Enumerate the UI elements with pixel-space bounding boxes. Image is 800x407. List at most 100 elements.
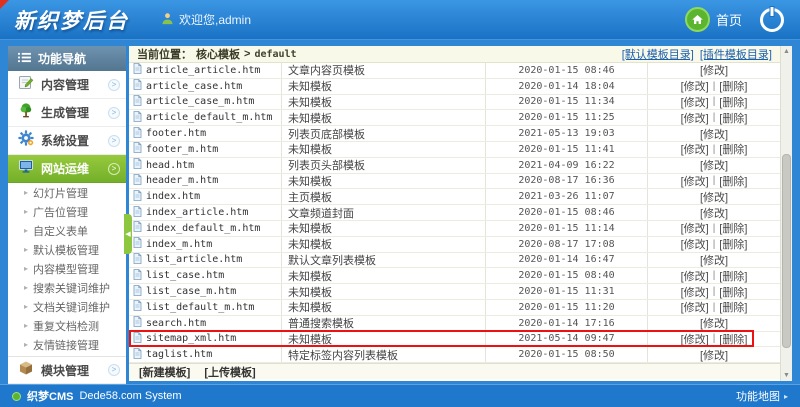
bullet-arrow-icon: ▸ xyxy=(24,340,29,349)
scrollbar-track[interactable] xyxy=(781,57,792,370)
delete-link[interactable]: [删除] xyxy=(719,110,747,125)
template-dir-link-2[interactable]: [插件模板目录] xyxy=(700,46,772,62)
sidebar-subitem-8[interactable]: ▸ 重复文档检测 xyxy=(8,316,126,335)
file-name[interactable]: list_case_m.htm xyxy=(146,286,236,297)
sidebar-subitem-3[interactable]: ▸ 自定义表单 xyxy=(8,221,126,240)
sitemap-link[interactable]: 功能地图 ▸ xyxy=(736,388,788,404)
modify-link[interactable]: [修改] xyxy=(681,79,709,94)
file-name[interactable]: sitemap_xml.htm xyxy=(146,333,236,344)
scroll-down-icon[interactable]: ▼ xyxy=(783,370,790,381)
scrollbar-thumb[interactable] xyxy=(782,154,791,349)
modify-link[interactable]: [修改] xyxy=(681,300,709,315)
modify-link[interactable]: [修改] xyxy=(681,284,709,299)
sidebar-subitem-1[interactable]: ▸ 幻灯片管理 xyxy=(8,183,126,202)
modify-link[interactable]: [修改] xyxy=(681,221,709,236)
file-name[interactable]: article_case_m.htm xyxy=(146,96,254,107)
sidebar-subitem-5[interactable]: ▸ 内容模型管理 xyxy=(8,259,126,278)
sidebar-item-label: 系统设置 xyxy=(41,134,90,148)
action-separator: | xyxy=(712,96,716,108)
modified-date: 2020-01-15 11:14 xyxy=(486,220,648,236)
sidebar-subitem-6[interactable]: ▸ 搜索关键词维护 xyxy=(8,278,126,297)
home-button[interactable]: 首页 xyxy=(684,7,742,32)
chevron-right-icon: > xyxy=(108,364,120,376)
file-name[interactable]: list_default_m.htm xyxy=(146,302,254,313)
sidebar-subitem-label: 默认模板管理 xyxy=(33,244,100,257)
file-name[interactable]: index_default_m.htm xyxy=(146,223,260,234)
modify-link[interactable]: [修改] xyxy=(700,158,728,173)
modified-date: 2020-01-14 17:16 xyxy=(486,315,648,331)
delete-link[interactable]: [删除] xyxy=(719,79,747,94)
bottom-button-bar: [新建模板] [上传模板] xyxy=(129,363,780,380)
modify-link[interactable]: [修改] xyxy=(700,205,728,220)
delete-link[interactable]: [删除] xyxy=(719,142,747,157)
delete-link[interactable]: [删除] xyxy=(719,300,747,315)
file-name[interactable]: header_m.htm xyxy=(146,175,218,186)
new-template-button[interactable]: [新建模板] xyxy=(139,364,190,380)
delete-link[interactable]: [删除] xyxy=(719,268,747,283)
sidebar-subitem-9[interactable]: ▸ 友情链接管理 xyxy=(8,335,126,354)
modify-link[interactable]: [修改] xyxy=(700,189,728,204)
modify-link[interactable]: [修改] xyxy=(700,347,728,362)
file-name[interactable]: list_article.htm xyxy=(146,254,242,265)
modify-link[interactable]: [修改] xyxy=(681,237,709,252)
file-name[interactable]: index_article.htm xyxy=(146,207,248,218)
delete-link[interactable]: [删除] xyxy=(719,221,747,236)
modify-link[interactable]: [修改] xyxy=(681,95,709,110)
modified-date: 2020-08-17 17:08 xyxy=(486,236,648,252)
modify-link[interactable]: [修改] xyxy=(681,332,709,347)
row-actions: [修改] | [删除] xyxy=(648,237,780,252)
modify-link[interactable]: [修改] xyxy=(681,268,709,283)
table-row: taglist.htm 特定标签内容列表模板 2020-01-15 08:50 [修改… xyxy=(129,347,780,364)
welcome-area: 欢迎您,admin xyxy=(161,11,251,28)
file-name[interactable]: article_article.htm xyxy=(146,65,260,76)
table-row: article_case_m.htm 未知模板 2020-01-15 11:34 [修… xyxy=(129,94,780,111)
modify-link[interactable]: [修改] xyxy=(681,110,709,125)
modify-link[interactable]: [修改] xyxy=(700,253,728,268)
file-name[interactable]: head.htm xyxy=(146,160,194,171)
logout-power-icon[interactable] xyxy=(760,7,784,32)
table-row: list_default_m.htm 未知模板 2020-01-15 11:20 [修… xyxy=(129,299,780,316)
upload-template-button[interactable]: [上传模板] xyxy=(204,364,255,380)
sidebar-item-4[interactable]: 网站运维 > xyxy=(8,155,126,183)
file-name[interactable]: article_default_m.htm xyxy=(146,112,272,123)
sidebar-subitem-7[interactable]: ▸ 文档关键词维护 xyxy=(8,297,126,316)
action-separator: | xyxy=(712,143,716,155)
delete-link[interactable]: [删除] xyxy=(719,284,747,299)
template-dir-link-1[interactable]: [默认模板目录] xyxy=(622,46,694,62)
delete-link[interactable]: [删除] xyxy=(719,237,747,252)
sidebar-subitem-4[interactable]: ▸ 默认模板管理 xyxy=(8,240,126,259)
modify-link[interactable]: [修改] xyxy=(700,126,728,141)
template-description: 未知模板 xyxy=(282,173,486,189)
modified-date: 2021-05-13 19:03 xyxy=(486,126,648,141)
file-name[interactable]: footer_m.htm xyxy=(146,144,218,155)
scroll-up-icon[interactable]: ▲ xyxy=(783,46,790,57)
delete-link[interactable]: [删除] xyxy=(719,332,747,347)
table-row: index.htm 主页模板 2021-03-26 11:07 [修改] xyxy=(129,189,780,206)
file-name[interactable]: article_case.htm xyxy=(146,81,242,92)
modify-link[interactable]: [修改] xyxy=(700,63,728,78)
sidebar: 功能导航 内容管理 > 生成管理 > 系统设置 > 网站运维 > ▸ 幻灯片管理 ▸ 广告位管理 ▸ 自… xyxy=(8,46,132,384)
sidebar-item-2[interactable]: 生成管理 > xyxy=(8,99,126,127)
file-name[interactable]: list_case.htm xyxy=(146,270,224,281)
sidebar-item-label: 内容管理 xyxy=(41,78,90,92)
delete-link[interactable]: [删除] xyxy=(719,174,747,189)
file-name[interactable]: footer.htm xyxy=(146,128,206,139)
table-row: list_case.htm 未知模板 2020-01-15 08:40 [修改] | [删… xyxy=(129,268,780,285)
file-name[interactable]: search.htm xyxy=(146,318,206,329)
sidebar-subitem-label: 幻灯片管理 xyxy=(33,187,89,200)
row-actions: [修改] | [删除] xyxy=(648,284,780,299)
breadcrumb-section-link[interactable]: 核心模板 xyxy=(196,46,240,62)
modify-link[interactable]: [修改] xyxy=(681,142,709,157)
sidebar-collapse-handle[interactable]: ◀ xyxy=(124,214,132,254)
modify-link[interactable]: [修改] xyxy=(700,316,728,331)
sidebar-item-1[interactable]: 内容管理 > xyxy=(8,71,126,99)
file-name[interactable]: index.htm xyxy=(146,191,200,202)
delete-link[interactable]: [删除] xyxy=(719,95,747,110)
table-row: header_m.htm 未知模板 2020-08-17 16:36 [修改] | [删除… xyxy=(129,173,780,190)
sidebar-item-module[interactable]: 模块管理 > xyxy=(8,356,126,384)
file-name[interactable]: index_m.htm xyxy=(146,239,212,250)
sidebar-subitem-2[interactable]: ▸ 广告位管理 xyxy=(8,202,126,221)
modify-link[interactable]: [修改] xyxy=(681,174,709,189)
sidebar-item-3[interactable]: 系统设置 > xyxy=(8,127,126,155)
file-name[interactable]: taglist.htm xyxy=(146,349,212,360)
